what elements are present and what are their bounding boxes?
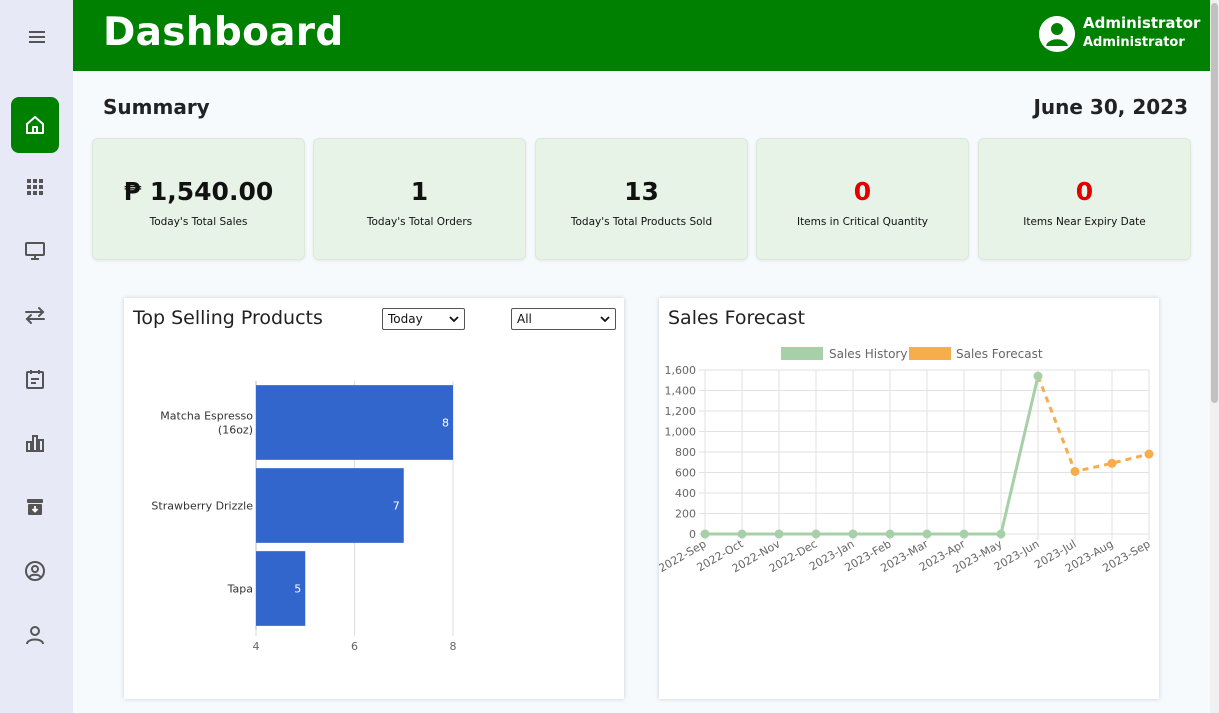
x-tick-label: 8 xyxy=(450,640,457,653)
x-tick-label: 4 xyxy=(253,640,260,653)
sidebar-item-inventory[interactable] xyxy=(11,479,59,535)
summary-date: June 30, 2023 xyxy=(1033,95,1188,119)
card-value: 0 xyxy=(853,177,872,206)
card-label: Items Near Expiry Date xyxy=(1023,216,1146,228)
sidebar-item-pos[interactable] xyxy=(11,223,59,279)
card-value: 13 xyxy=(624,177,659,206)
summary-heading: Summary xyxy=(103,95,210,119)
sidebar-item-home[interactable] xyxy=(11,97,59,153)
sidebar-item-transactions[interactable] xyxy=(11,287,59,343)
y-tick-label: 400 xyxy=(675,487,696,500)
bar xyxy=(256,468,404,543)
card-value: 0 xyxy=(1075,177,1094,206)
y-tick-label: 800 xyxy=(675,446,696,459)
history-point xyxy=(700,529,710,539)
card-total-orders: 1 Today's Total Orders xyxy=(313,138,526,260)
user-icon xyxy=(26,626,44,645)
bar-value-label: 7 xyxy=(393,500,400,513)
legend-label-forecast: Sales Forecast xyxy=(956,347,1043,361)
history-point xyxy=(811,529,821,539)
top-header: Dashboard Administrator Administrator xyxy=(73,0,1210,71)
legend-swatch-forecast xyxy=(909,347,951,360)
card-products-sold: 13 Today's Total Products Sold xyxy=(535,138,748,260)
card-near-expiry: 0 Items Near Expiry Date xyxy=(978,138,1191,260)
y-tick-label: 1,400 xyxy=(665,385,697,398)
user-role: Administrator xyxy=(1083,35,1185,50)
user-name[interactable]: Administrator xyxy=(1083,14,1200,32)
user-avatar-icon xyxy=(1039,16,1075,52)
history-point xyxy=(996,529,1006,539)
hamburger-menu-icon[interactable] xyxy=(26,29,48,45)
calendar-icon xyxy=(26,370,44,389)
sidebar xyxy=(0,0,73,713)
legend-label-history: Sales History xyxy=(829,347,907,361)
forecast-point xyxy=(1144,449,1154,459)
y-tick-label: 0 xyxy=(689,528,696,541)
legend-swatch-history xyxy=(781,347,823,360)
category-label: Tapa xyxy=(227,583,253,596)
x-tick-label: 6 xyxy=(351,640,358,653)
arrows-exchange-icon xyxy=(25,307,45,324)
sidebar-item-users[interactable] xyxy=(11,607,59,663)
y-tick-label: 1,200 xyxy=(665,405,697,418)
card-total-sales: ₱ 1,540.00 Today's Total Sales xyxy=(92,138,305,260)
card-label: Today's Total Orders xyxy=(366,216,473,228)
sidebar-item-reports[interactable] xyxy=(11,415,59,471)
bar xyxy=(256,385,453,460)
card-label: Today's Total Sales xyxy=(149,216,248,228)
history-point xyxy=(1033,371,1043,381)
category-label: Strawberry Drizzle xyxy=(151,500,253,513)
category-label: (16oz) xyxy=(218,424,253,437)
bar-value-label: 8 xyxy=(442,417,449,430)
card-label: Today's Total Products Sold xyxy=(570,216,713,228)
card-label: Items in Critical Quantity xyxy=(796,216,929,228)
category-label: Matcha Espresso xyxy=(160,410,253,423)
sales-forecast-chart: Sales History Sales Forecast 0 200 400 600 800… xyxy=(659,347,1154,576)
forecast-point xyxy=(1107,458,1117,468)
history-point xyxy=(922,529,932,539)
history-point xyxy=(885,529,895,539)
history-point xyxy=(959,529,969,539)
history-line xyxy=(705,375,1040,536)
card-critical-quantity: 0 Items in Critical Quantity xyxy=(756,138,969,260)
top-selling-chart: 4 6 8 8 Matcha Espresso(16oz) 7 Strawberry Dri… xyxy=(151,381,457,653)
y-tick-label: 600 xyxy=(675,467,696,480)
history-point xyxy=(737,529,747,539)
home-icon xyxy=(26,116,44,134)
grid-icon xyxy=(27,179,43,195)
sidebar-item-products[interactable] xyxy=(11,159,59,215)
page-title: Dashboard xyxy=(103,10,344,55)
top-selling-panel: Top Selling Products Today All 4 6 8 8 Match… xyxy=(124,298,624,699)
sidebar-item-calendar[interactable] xyxy=(11,351,59,407)
history-point xyxy=(774,529,784,539)
bar-chart-icon xyxy=(26,435,44,452)
sales-forecast-panel: Sales Forecast Sales History Sales Foreca… xyxy=(659,298,1159,699)
card-value: 1 xyxy=(410,177,429,206)
user-circle-icon xyxy=(25,561,45,581)
y-tick-label: 1,000 xyxy=(665,426,697,439)
archive-icon xyxy=(27,499,43,515)
history-point xyxy=(848,529,858,539)
bar-value-label: 5 xyxy=(294,583,301,596)
monitor-icon xyxy=(25,242,45,260)
y-tick-label: 1,600 xyxy=(665,364,697,377)
forecast-point xyxy=(1070,466,1080,476)
scrollbar-thumb[interactable] xyxy=(1211,3,1218,403)
y-tick-label: 200 xyxy=(675,508,696,521)
avatar[interactable] xyxy=(1039,16,1075,52)
card-value: ₱ 1,540.00 xyxy=(123,177,274,206)
sidebar-item-account[interactable] xyxy=(11,543,59,599)
